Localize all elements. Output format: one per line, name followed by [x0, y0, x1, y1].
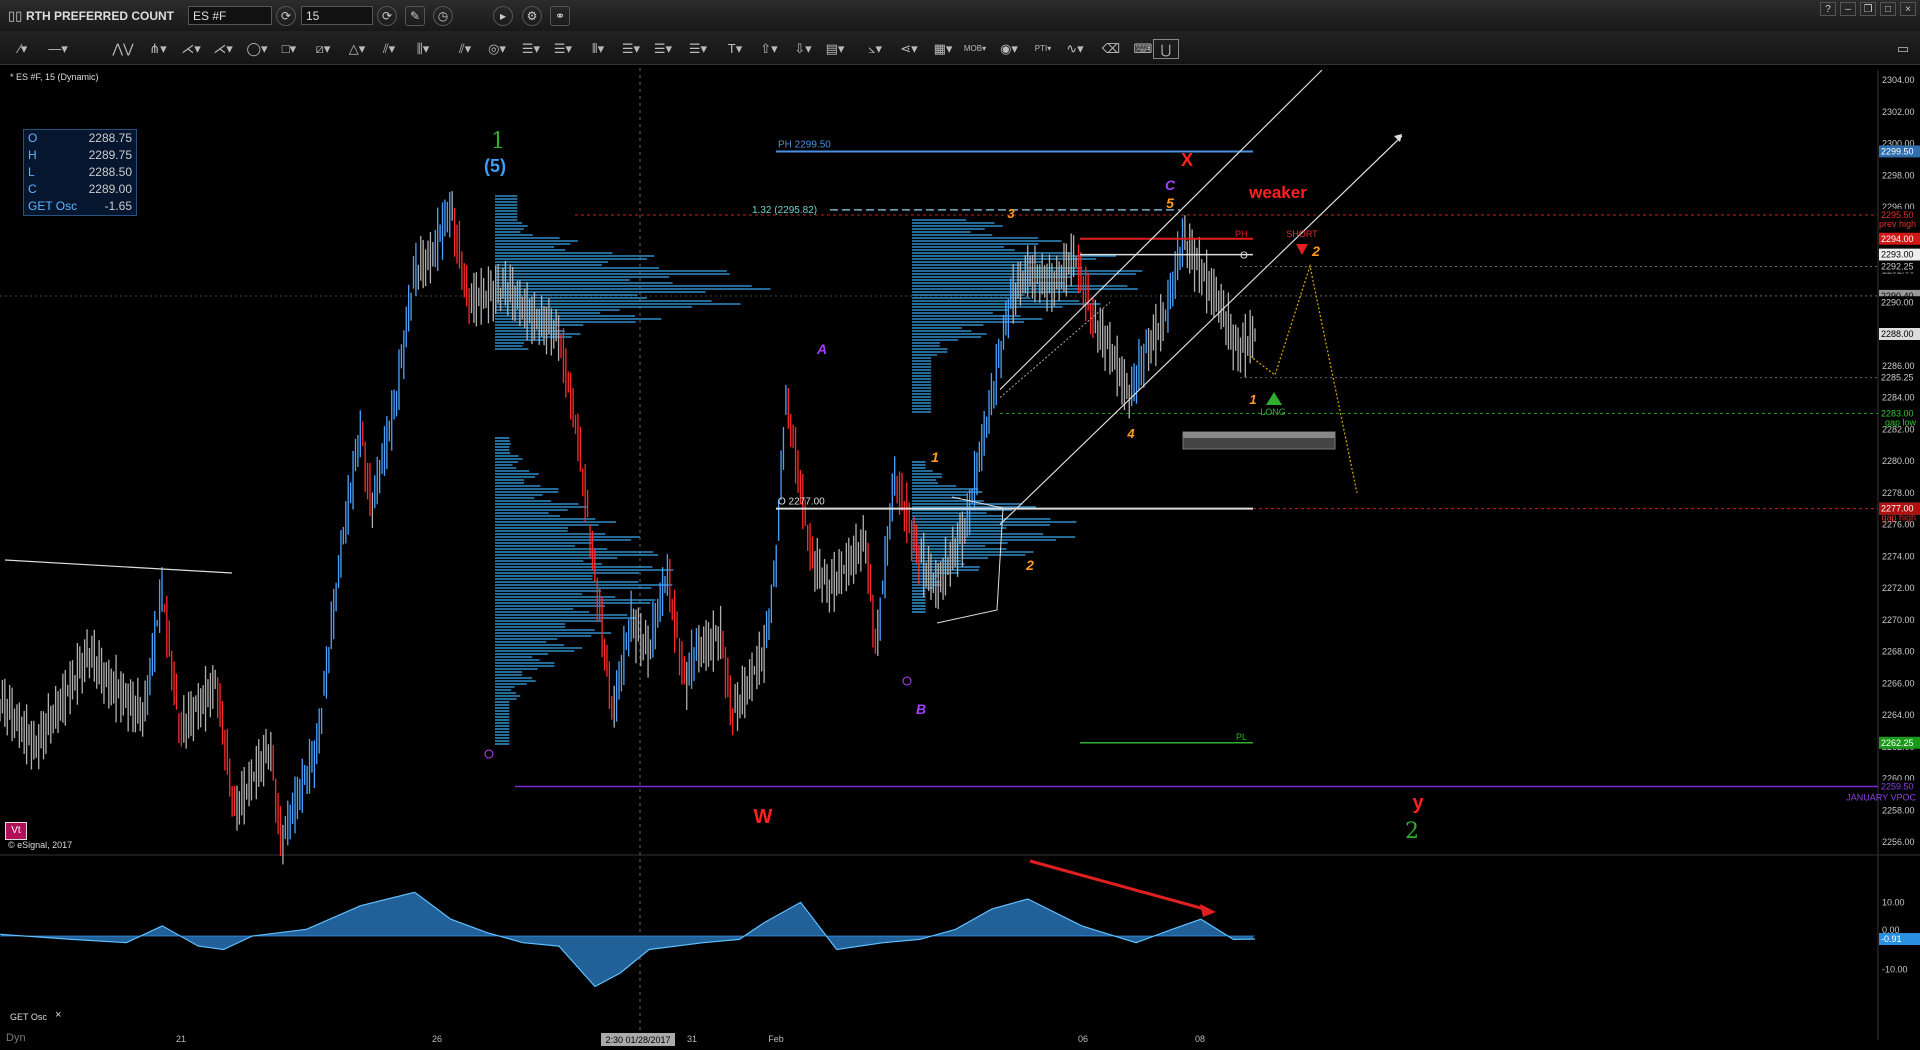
osc-tick-0: 10.00: [1882, 897, 1905, 907]
y-tick-label-3: 2298.00: [1882, 170, 1915, 180]
wave-label-3: weaker: [1248, 183, 1307, 202]
price-tag-6: 2290.00: [1881, 297, 1914, 307]
oscillator-histogram: [1, 892, 1253, 986]
wave-label-18: 2: [1405, 819, 1419, 844]
wave-label-5: 5: [1166, 195, 1174, 211]
y-tick-label-0: 2304.00: [1882, 75, 1915, 85]
volume-profile-4: [912, 461, 1077, 613]
price-tag-2: 2294.00: [1881, 234, 1914, 244]
volume-profile-2: [495, 437, 674, 745]
wave-label-11: 4: [1126, 426, 1135, 441]
price-tag-0: 2299.50: [1881, 146, 1914, 156]
selection-bar-top: [1183, 432, 1335, 438]
osc-last-tag: -0.91: [1881, 934, 1902, 944]
y-tick-label-12: 2280.00: [1882, 456, 1915, 466]
wave-label-10: 1: [1249, 392, 1256, 407]
wave-label-17: y: [1412, 792, 1424, 814]
wave-label-4: C: [1165, 177, 1176, 193]
level-note-1: gap low: [1885, 417, 1917, 427]
wave-label-6: 3: [1007, 206, 1015, 221]
level-ph2-label: PH: [1235, 229, 1248, 239]
wave-label-0: 1: [491, 129, 505, 154]
price-tag-8: 2285.25: [1881, 373, 1914, 383]
x-tick-5: 08: [1195, 1034, 1205, 1044]
y-tick-label-9: 2286.00: [1882, 361, 1915, 371]
wave-label-2: X: [1181, 150, 1193, 170]
y-tick-label-19: 2266.00: [1882, 678, 1915, 688]
level-ph-label: PH 2299.50: [778, 139, 831, 150]
divergence-arrowhead: [1200, 904, 1216, 917]
y-tick-label-17: 2270.00: [1882, 615, 1915, 625]
x-tick-1: 26: [432, 1034, 442, 1044]
y-tick-label-20: 2264.00: [1882, 710, 1915, 720]
price-chart[interactable]: 2304.002302.002300.002298.002296.002294.…: [0, 0, 1920, 1050]
y-tick-label-10: 2284.00: [1882, 393, 1915, 403]
y-tick-label-23: 2258.00: [1882, 805, 1915, 815]
level-open-label: O 2277.00: [778, 497, 825, 508]
level-note-3: JANUARY VPOC: [1846, 792, 1916, 802]
divergence-arrow-line: [1029, 859, 1209, 912]
y-tick-label-13: 2278.00: [1882, 488, 1915, 498]
y-tick-label-24: 2256.00: [1882, 837, 1915, 847]
level-note-0: prev high: [1879, 219, 1916, 229]
wave-label-9: A: [816, 341, 827, 357]
price-tag-13: 2259.50: [1881, 781, 1914, 791]
x-tick-4: 06: [1078, 1034, 1088, 1044]
y-tick-label-15: 2274.00: [1882, 551, 1915, 561]
x-tick-0: 21: [176, 1034, 186, 1044]
crosshair-time-label: 2:30 01/28/2017: [605, 1035, 670, 1045]
wave-label-8: 2: [1311, 243, 1320, 259]
price-tag-7: 2288.00: [1881, 329, 1914, 339]
wave-label-15: B: [916, 701, 926, 717]
level-note-2: gap high: [1881, 513, 1916, 523]
level-fib-label: 1.32 (2295.82): [752, 205, 817, 216]
y-tick-label-16: 2272.00: [1882, 583, 1915, 593]
x-tick-3: Feb: [768, 1034, 784, 1044]
short-arrow: [1296, 244, 1308, 255]
wave-label-16: W: [754, 806, 773, 828]
osc-tick-2: -10.00: [1882, 965, 1908, 975]
wave-label-13: 1: [931, 449, 939, 465]
wave-label-7: SHORT: [1286, 229, 1318, 239]
trendline-left: [4, 559, 233, 574]
long-arrow: [1266, 392, 1282, 405]
level-pl-label: PL: [1236, 732, 1247, 742]
wave-label-14: 2: [1025, 557, 1034, 573]
x-tick-2: 31: [687, 1034, 697, 1044]
pivot-marker-2: [902, 676, 912, 686]
y-tick-label-18: 2268.00: [1882, 647, 1915, 657]
channel-arrowhead: [1394, 134, 1402, 142]
price-tag-4: 2292.25: [1881, 262, 1914, 272]
price-tag-12: 2262.25: [1881, 738, 1914, 748]
price-tag-3: 2293.00: [1881, 250, 1914, 260]
wave-label-1: (5): [484, 156, 506, 176]
projection-path: [1249, 263, 1358, 494]
pivot-marker-1: [484, 749, 494, 759]
level-o2-label: O: [1240, 251, 1248, 262]
wave-label-12: LONG: [1260, 407, 1286, 417]
y-tick-label-1: 2302.00: [1882, 107, 1915, 117]
